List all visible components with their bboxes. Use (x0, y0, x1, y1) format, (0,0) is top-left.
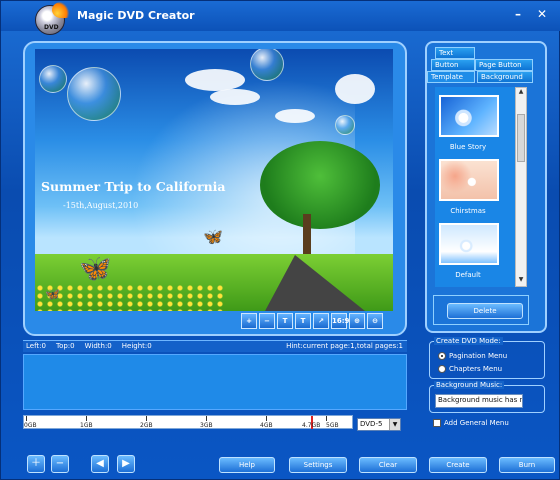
delete-button[interactable]: Delete (447, 303, 523, 319)
zoom-out-button[interactable]: ⊖ (367, 313, 383, 329)
meter-label: 0GB (24, 422, 37, 429)
add-file-icon[interactable]: ＋ (27, 455, 45, 473)
add-general-menu-option[interactable]: Add General Menu (433, 419, 509, 427)
pagination-menu-option[interactable]: Pagination Menu (438, 352, 507, 360)
tab-button[interactable]: Button (431, 59, 475, 71)
menu-subtitle-text[interactable]: -15th,August,2010 (63, 201, 138, 210)
template-label: Blue Story (449, 143, 487, 151)
radio-selected-icon[interactable] (438, 352, 446, 360)
remove-file-icon[interactable]: − (51, 455, 69, 473)
help-button[interactable]: Help (219, 457, 275, 473)
meter-tick (86, 416, 87, 421)
back-arrow-icon[interactable]: ◀ (91, 455, 109, 473)
height-value: Height:0 (121, 342, 152, 350)
disc-type-select[interactable]: DVD-5 ▼ (357, 418, 401, 431)
background-music-field[interactable]: Background music has no (435, 394, 523, 408)
disc-type-value: DVD-5 (360, 420, 383, 428)
cloud (210, 89, 260, 105)
meter-tick (266, 416, 267, 421)
forward-arrow-icon[interactable]: ▶ (117, 455, 135, 473)
dvd-logo-icon: DVD (35, 2, 70, 35)
meter-label: 2GB (140, 422, 153, 429)
disc-capacity-meter: 0GB 1GB 2GB 3GB 4GB 4.7GB 5GB (23, 415, 353, 429)
scroll-down-icon[interactable]: ▼ (516, 276, 526, 286)
width-value: Width:0 (84, 342, 112, 350)
globe-bubble (335, 115, 355, 135)
meter-label: 5GB (326, 422, 339, 429)
add-general-menu-label: Add General Menu (444, 419, 509, 427)
settings-button[interactable]: Settings (289, 457, 347, 473)
title-bar: DVD Magic DVD Creator – ✕ (1, 1, 560, 35)
meter-tick (26, 416, 27, 421)
preview-toolbar: + − T T ↗ 16:9 ⊕ ⊖ (241, 313, 383, 329)
clear-button[interactable]: Clear (359, 457, 417, 473)
top-value: Top:0 (55, 342, 75, 350)
butterfly-icon: 🦋 (203, 227, 223, 246)
meter-tick (146, 416, 147, 421)
chapters-menu-option[interactable]: Chapters Menu (438, 365, 502, 373)
remove-button[interactable]: − (259, 313, 275, 329)
pagination-menu-label: Pagination Menu (449, 352, 508, 360)
meter-label: 3GB (200, 422, 213, 429)
aspect-ratio-button[interactable]: 16:9 (331, 313, 349, 329)
globe-bubble (67, 67, 121, 121)
menu-preview-canvas[interactable]: 🦋 🦋 🦋 Summer Trip to California -15th,Au… (35, 49, 393, 311)
template-label: Default (455, 271, 481, 279)
meter-tick (326, 416, 327, 421)
meter-label: 1GB (80, 422, 93, 429)
radio-icon[interactable] (438, 365, 446, 373)
chevron-down-icon: ▼ (389, 419, 400, 430)
template-scrollbar[interactable]: ▲ ▼ (515, 87, 527, 287)
edit-button[interactable]: ↗ (313, 313, 329, 329)
text-button[interactable]: T (277, 313, 293, 329)
scroll-up-icon[interactable]: ▲ (516, 88, 526, 98)
cloud (275, 109, 315, 123)
scroll-thumb[interactable] (517, 114, 525, 162)
create-button[interactable]: Create (429, 457, 487, 473)
chapters-menu-label: Chapters Menu (449, 365, 503, 373)
tab-template[interactable]: Template (427, 71, 475, 83)
meter-label: 4GB (260, 422, 273, 429)
position-info-bar: Left:0 Top:0 Width:0 Height:0 Hint:curre… (23, 340, 407, 352)
flame-icon (52, 2, 70, 18)
template-label: Chirstmas (450, 207, 486, 215)
page-hint: Hint:current page:1,total pages:1 (286, 342, 403, 350)
close-button[interactable]: ✕ (535, 7, 549, 21)
window-title: Magic DVD Creator (77, 9, 195, 22)
minimize-button[interactable]: – (511, 7, 525, 21)
tab-page-button[interactable]: Page Button (475, 59, 533, 71)
meter-label: 4.7GB (302, 422, 321, 429)
text-style-button[interactable]: T (295, 313, 311, 329)
flowers (35, 284, 225, 311)
cloud (185, 69, 245, 91)
meter-tick (206, 416, 207, 421)
cloud (335, 74, 375, 104)
chapter-list-area[interactable] (23, 354, 407, 410)
tree-trunk (303, 214, 311, 256)
globe-bubble (39, 65, 67, 93)
dvd-mode-group: Create DVD Mode: Pagination Menu Chapter… (429, 337, 545, 379)
logo-text: DVD (44, 24, 59, 31)
background-music-title: Background Music: (434, 381, 505, 389)
app-window: DVD Magic DVD Creator – ✕ 🦋 🦋 🦋 Summer T… (0, 0, 560, 480)
dvd-mode-title: Create DVD Mode: (434, 337, 503, 345)
tree-canopy (260, 141, 380, 229)
butterfly-icon: 🦋 (45, 287, 60, 301)
left-value: Left:0 (26, 342, 46, 350)
burn-button[interactable]: Burn (499, 457, 555, 473)
menu-title-text[interactable]: Summer Trip to California (41, 179, 226, 194)
add-button[interactable]: + (241, 313, 257, 329)
butterfly-icon: 🦋 (79, 254, 112, 284)
template-thumbnail-christmas[interactable] (439, 159, 499, 201)
road (265, 255, 365, 311)
template-thumbnail-blue-story[interactable] (439, 95, 499, 137)
checkbox-icon[interactable] (433, 419, 441, 427)
zoom-in-button[interactable]: ⊕ (349, 313, 365, 329)
tab-background[interactable]: Background (477, 71, 533, 83)
template-thumbnail-default[interactable] (439, 223, 499, 265)
tab-text[interactable]: Text (435, 47, 475, 59)
